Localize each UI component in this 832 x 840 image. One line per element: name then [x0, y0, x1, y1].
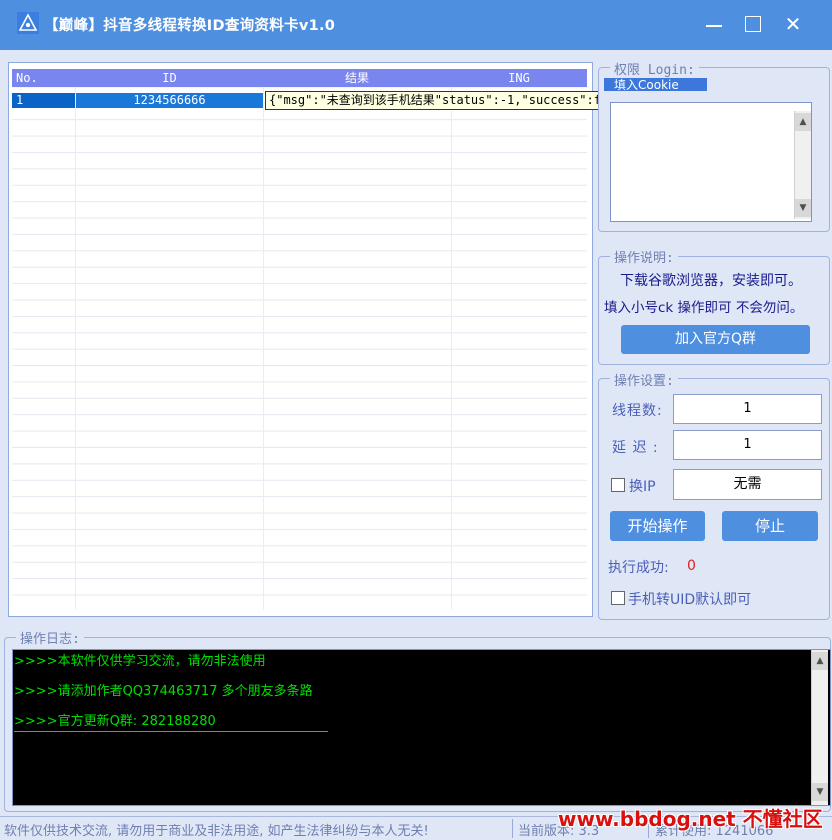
cookie-scrollbar[interactable]: ▲ ▼ — [794, 111, 811, 219]
minimize-icon — [706, 25, 722, 27]
column-header-ing[interactable]: ING — [451, 69, 587, 87]
instruction-line-2: 填入小号ck 操作即可 不会勿问。 — [604, 300, 804, 316]
column-divider — [75, 69, 76, 610]
instruction-line-1: 下载谷歌浏览器，安装即可。 — [620, 273, 802, 289]
log-line-2: >>>>请添加作者QQ374463717 多个朋友多条路 — [14, 684, 313, 699]
scroll-up-icon[interactable]: ▲ — [812, 652, 828, 670]
status-separator — [512, 819, 513, 838]
maximize-button[interactable] — [736, 10, 770, 38]
settings-group-title: 操作设置: — [610, 370, 678, 389]
column-divider — [451, 69, 452, 610]
table-grid — [12, 70, 587, 611]
watermark: www.bbdog.net 不懂社区 — [558, 807, 823, 831]
log-line-1: >>>>本软件仅供学习交流，请勿非法使用 — [14, 654, 266, 669]
maximize-icon — [745, 16, 761, 32]
log-scrollbar[interactable]: ▲ ▼ — [811, 650, 828, 805]
scroll-down-icon[interactable]: ▼ — [795, 199, 811, 217]
cookie-input[interactable]: ▲ ▼ — [610, 102, 812, 222]
login-group-title: 权限 Login: — [610, 59, 699, 78]
change-ip-input[interactable]: 无需 — [673, 469, 822, 500]
instructions-group-title: 操作说明: — [610, 247, 678, 266]
close-button[interactable]: ✕ — [776, 10, 810, 38]
threads-input[interactable]: 1 — [673, 394, 822, 424]
log-underline — [14, 731, 328, 732]
close-icon: ✕ — [784, 12, 802, 36]
disclaimer-text: 软件仅供技术交流, 请勿用于商业及非法用途, 如产生法律纠纷与本人无关! — [4, 824, 429, 839]
join-group-button[interactable]: 加入官方Q群 — [621, 325, 810, 354]
app-logo-icon — [17, 12, 39, 34]
log-group-title: 操作日志: — [16, 628, 84, 647]
delay-label: 延 迟 : — [612, 440, 659, 456]
cookie-tab[interactable]: 填入Cookie — [604, 78, 707, 91]
window-title: 【巅峰】抖音多线程转换ID查询资料卡v1.0 — [44, 18, 336, 34]
column-header-id[interactable]: ID — [76, 69, 263, 87]
start-button[interactable]: 开始操作 — [610, 511, 705, 541]
success-label: 执行成功: — [608, 560, 669, 576]
change-ip-label[interactable]: 换IP — [629, 476, 656, 496]
phone-uid-label[interactable]: 手机转UID默认即可 — [628, 589, 751, 609]
scroll-up-icon[interactable]: ▲ — [795, 113, 811, 131]
log-line-3: >>>>官方更新Q群: 282188280 — [14, 714, 216, 729]
table-header: No. ID 结果 ING — [12, 69, 587, 87]
delay-input[interactable]: 1 — [673, 430, 822, 460]
column-divider — [263, 69, 264, 610]
result-table[interactable] — [8, 62, 593, 617]
scroll-down-icon[interactable]: ▼ — [812, 783, 828, 801]
column-header-no[interactable]: No. — [16, 69, 66, 87]
title-bar: 【巅峰】抖音多线程转换ID查询资料卡v1.0 ✕ — [0, 0, 832, 50]
stop-button[interactable]: 停止 — [722, 511, 818, 541]
threads-label: 线程数: — [612, 403, 663, 419]
table-row-no[interactable]: 1 — [12, 93, 75, 108]
phone-uid-checkbox[interactable] — [611, 591, 625, 605]
success-count: 0 — [687, 558, 696, 574]
table-row-id[interactable]: 1234566666 — [76, 93, 263, 108]
change-ip-checkbox[interactable] — [611, 478, 625, 492]
minimize-button[interactable] — [697, 10, 731, 38]
column-header-result[interactable]: 结果 — [263, 69, 451, 87]
